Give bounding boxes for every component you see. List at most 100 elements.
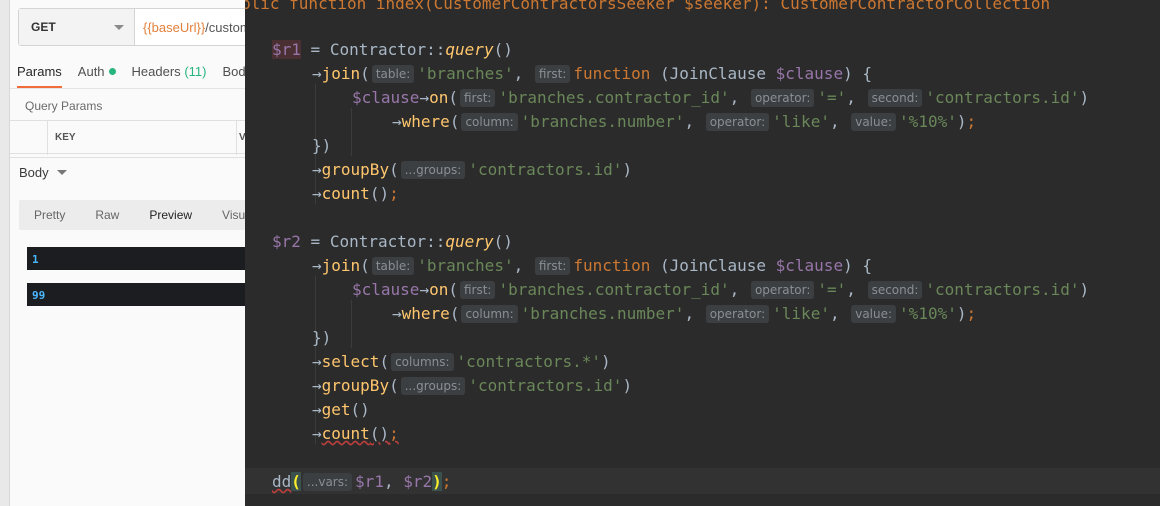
param-hint: second: — [867, 89, 923, 107]
table-empty-row[interactable] — [10, 155, 245, 158]
type-token: JoinClause — [669, 256, 766, 275]
response-body-dropdown[interactable]: Body — [19, 165, 67, 180]
tab-visualize[interactable]: Visu — [222, 208, 245, 222]
method-token: join — [321, 256, 361, 275]
signature-text: blic function index(CustomerContractorsS… — [245, 0, 1051, 13]
url-input[interactable]: {{baseUrl}}/custom — [135, 9, 245, 45]
code-editor[interactable]: blic function index(CustomerContractorsS… — [245, 0, 1160, 506]
string-token: '=' — [817, 88, 847, 107]
method-token: on — [429, 88, 449, 107]
tab-params[interactable]: Params — [17, 64, 62, 88]
method-token: where — [401, 304, 450, 323]
method-token: groupBy — [321, 160, 390, 179]
code-line: →where(column:'branches.number', operato… — [392, 112, 977, 131]
string-token: '%10%' — [899, 304, 957, 323]
table-divider — [47, 121, 48, 155]
param-hint: column: — [461, 305, 518, 323]
tab-headers-label: Headers — [131, 64, 181, 79]
method-token: join — [321, 64, 361, 83]
var-token: $clause — [775, 256, 844, 275]
param-hint: table: — [371, 257, 415, 275]
var-token: $r2 — [272, 232, 301, 251]
keyword-token: function — [573, 256, 651, 275]
string-token: 'contractors.*' — [456, 352, 602, 371]
function-token: dd — [272, 472, 292, 491]
class-token: Contractor — [329, 232, 427, 251]
string-token: '=' — [817, 280, 847, 299]
method-token: groupBy — [321, 376, 390, 395]
method-token: select — [321, 352, 380, 371]
string-token: 'contractors.id' — [925, 280, 1080, 299]
param-hint: value: — [851, 113, 897, 131]
sidebar-rail[interactable] — [0, 0, 10, 506]
method-token: count — [321, 184, 370, 203]
var-token: $r2 — [403, 472, 433, 491]
code-line: →groupBy(...groups:'contractors.id') — [312, 160, 633, 179]
param-hint: first: — [459, 89, 496, 107]
indent-guide — [351, 108, 352, 156]
method-token: query — [445, 40, 494, 59]
key-column-header: KEY — [55, 132, 76, 143]
tab-headers[interactable]: Headers (11) — [132, 64, 207, 88]
url-variable: {{baseUrl}} — [143, 19, 206, 35]
indent-guide — [351, 300, 352, 348]
tab-auth[interactable]: Auth — [78, 64, 116, 88]
param-hint: ...groups: — [400, 161, 466, 179]
string-token: 'contractors.id' — [468, 376, 623, 395]
param-hint: operator: — [750, 281, 815, 299]
code-line: $clause→on(first:'branches.contractor_id… — [352, 280, 1090, 299]
string-token: 'branches.number' — [520, 112, 685, 131]
string-token: 'branches.number' — [520, 304, 685, 323]
tab-body-label: Bod — [222, 64, 245, 79]
string-token: 'branches.contractor_id' — [498, 280, 730, 299]
response-line: 99 — [27, 283, 245, 306]
string-token: 'branches' — [417, 256, 514, 275]
var-token: $clause — [352, 280, 420, 299]
method-select[interactable]: GET — [19, 9, 135, 45]
var-token: $clause — [352, 88, 420, 107]
string-token: '%10%' — [899, 112, 957, 131]
param-hint: first: — [534, 257, 571, 275]
query-params-table: KEY V — [10, 120, 245, 155]
chevron-down-icon — [56, 170, 67, 175]
code-line: }) — [312, 328, 332, 347]
method-token: query — [445, 232, 494, 251]
postman-panel: GET {{baseUrl}}/custom Params Auth Heade… — [0, 0, 245, 506]
code-line: →groupBy(...groups:'contractors.id') — [312, 376, 633, 395]
var-token: $r1 — [355, 472, 384, 491]
chevron-down-icon — [114, 24, 124, 30]
code-line: →count(); — [312, 424, 399, 443]
param-hint: second: — [867, 281, 923, 299]
method-token: where — [401, 112, 450, 131]
tab-raw[interactable]: Raw — [95, 208, 119, 222]
query-params-heading: Query Params — [25, 99, 103, 113]
param-hint: value: — [851, 305, 897, 323]
class-token: Contractor — [329, 40, 427, 59]
param-hint: column: — [461, 113, 518, 131]
tab-body[interactable]: Bod — [222, 64, 245, 88]
request-url-bar: GET {{baseUrl}}/custom — [18, 8, 245, 46]
string-token: 'like' — [772, 304, 830, 323]
type-token: JoinClause — [669, 64, 766, 83]
string-token: 'like' — [772, 112, 830, 131]
param-hint: columns: — [391, 353, 454, 371]
code-line: →join(table:'branches', first: function (… — [312, 64, 872, 83]
method-token: count — [321, 424, 370, 443]
param-hint: operator: — [705, 113, 770, 131]
tabs-divider — [10, 88, 245, 89]
code-line: }) — [312, 136, 332, 155]
code-line: →join(table:'branches', first: function (… — [312, 256, 872, 275]
tab-pretty[interactable]: Pretty — [34, 208, 65, 222]
headers-count-badge: (11) — [184, 64, 207, 79]
code-line: $r2 = Contractor::query() — [272, 232, 513, 251]
tab-params-label: Params — [17, 64, 62, 79]
tab-preview[interactable]: Preview — [149, 208, 192, 222]
method-label: GET — [31, 20, 56, 34]
url-path: /custom — [205, 19, 245, 35]
code-line: →get() — [312, 400, 370, 419]
method-token: on — [429, 280, 449, 299]
param-hint: first: — [459, 281, 496, 299]
auth-status-dot-icon — [108, 68, 116, 75]
string-token: 'contractors.id' — [468, 160, 623, 179]
param-hint: ...groups: — [400, 377, 466, 395]
